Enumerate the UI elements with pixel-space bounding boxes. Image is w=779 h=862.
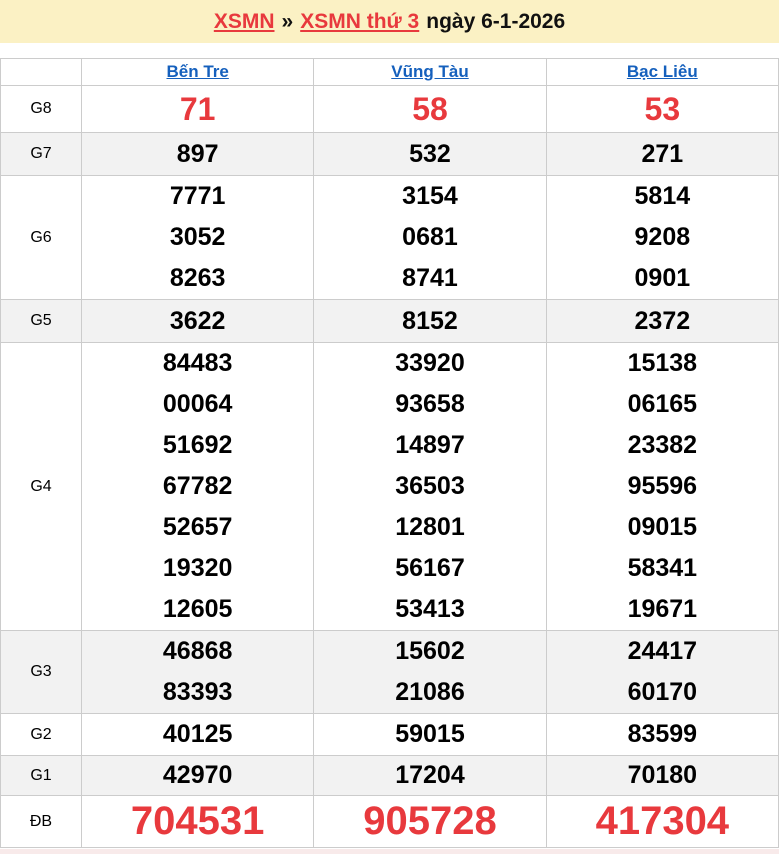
prize-number: 8263: [82, 258, 313, 299]
prize-label-g5: G5: [1, 300, 82, 343]
prize-number: 9208: [547, 217, 778, 258]
breadcrumb-separator: »: [282, 10, 294, 34]
prize-number: 24417: [547, 631, 778, 672]
prize-row-db: ĐB704531905728417304: [1, 796, 779, 848]
result-cell-g2-col0: 40125: [82, 714, 314, 756]
prize-label-g4: G4: [1, 343, 82, 631]
prize-number: 21086: [314, 672, 545, 713]
prize-number: 15138: [547, 343, 778, 384]
prize-row-g6: G6777130528263315406818741581492080901: [1, 176, 779, 300]
breadcrumb-link-xsmn-weekday[interactable]: XSMN thứ 3: [300, 10, 419, 34]
prize-number: 00064: [82, 384, 313, 425]
prize-row-g7: G7897532271: [1, 133, 779, 176]
province-header-vung-tau: Vũng Tàu: [314, 59, 546, 86]
result-cell-g3-col0: 4686883393: [82, 631, 314, 714]
result-cell-g2-col1: 59015: [314, 714, 546, 756]
results-tbody: G8715853G7897532271G67771305282633154068…: [1, 86, 779, 848]
province-header-bac-lieu: Bạc Liêu: [546, 59, 778, 86]
breadcrumb-link-xsmn[interactable]: XSMN: [214, 10, 275, 34]
prize-number: 67782: [82, 466, 313, 507]
prize-number: 83393: [82, 672, 313, 713]
prize-label-g1: G1: [1, 756, 82, 796]
prize-number: 3154: [314, 176, 545, 217]
province-header-row: Bến Tre Vũng Tàu Bạc Liêu: [1, 59, 779, 86]
result-cell-g5-col2: 2372: [546, 300, 778, 343]
prize-number: 12605: [82, 589, 313, 630]
page-title-banner: XSMN » XSMN thứ 3 ngày 6-1-2026: [0, 0, 779, 43]
result-cell-g7-col1: 532: [314, 133, 546, 176]
result-cell-g6-col1: 315406818741: [314, 176, 546, 300]
prize-number: 12801: [314, 507, 545, 548]
result-cell-db-col0: 704531: [82, 796, 314, 848]
prize-number: 15602: [314, 631, 545, 672]
prize-number: 56167: [314, 548, 545, 589]
prize-number: 5814: [547, 176, 778, 217]
prize-number: 93658: [314, 384, 545, 425]
prize-label-g2: G2: [1, 714, 82, 756]
prize-row-g1: G1429701720470180: [1, 756, 779, 796]
result-cell-g6-col0: 777130528263: [82, 176, 314, 300]
prize-number: 60170: [547, 672, 778, 713]
prize-number: 52657: [82, 507, 313, 548]
prize-number: 0901: [547, 258, 778, 299]
breadcrumb-date-text: ngày 6-1-2026: [426, 10, 565, 34]
province-header-ben-tre: Bến Tre: [82, 59, 314, 86]
prize-number: 06165: [547, 384, 778, 425]
result-cell-g3-col2: 2441760170: [546, 631, 778, 714]
result-cell-g1-col0: 42970: [82, 756, 314, 796]
prize-row-g3: G3468688339315602210862441760170: [1, 631, 779, 714]
corner-cell: [1, 59, 82, 86]
result-cell-g8-col1: 58: [314, 86, 546, 133]
result-cell-g8-col0: 71: [82, 86, 314, 133]
result-cell-g5-col0: 3622: [82, 300, 314, 343]
results-table: Bến Tre Vũng Tàu Bạc Liêu G8715853G78975…: [0, 58, 779, 848]
province-link-ben-tre[interactable]: Bến Tre: [166, 62, 228, 81]
prize-number: 0681: [314, 217, 545, 258]
result-cell-g3-col1: 1560221086: [314, 631, 546, 714]
result-cell-db-col1: 905728: [314, 796, 546, 848]
result-cell-g7-col2: 271: [546, 133, 778, 176]
prize-number: 46868: [82, 631, 313, 672]
prize-number: 84483: [82, 343, 313, 384]
province-link-vung-tau[interactable]: Vũng Tàu: [391, 62, 468, 81]
result-cell-g8-col2: 53: [546, 86, 778, 133]
result-cell-g7-col0: 897: [82, 133, 314, 176]
result-cell-g4-col2: 15138061652338295596090155834119671: [546, 343, 778, 631]
prize-label-g6: G6: [1, 176, 82, 300]
prize-row-g2: G2401255901583599: [1, 714, 779, 756]
result-cell-g4-col1: 33920936581489736503128015616753413: [314, 343, 546, 631]
prize-label-g7: G7: [1, 133, 82, 176]
prize-number: 19671: [547, 589, 778, 630]
province-link-bac-lieu[interactable]: Bạc Liêu: [627, 62, 698, 81]
result-cell-g6-col2: 581492080901: [546, 176, 778, 300]
result-cell-g1-col1: 17204: [314, 756, 546, 796]
prize-label-db: ĐB: [1, 796, 82, 848]
prize-number: 58341: [547, 548, 778, 589]
prize-number: 53413: [314, 589, 545, 630]
next-section-edge: [0, 849, 779, 854]
result-cell-db-col2: 417304: [546, 796, 778, 848]
prize-number: 14897: [314, 425, 545, 466]
prize-number: 51692: [82, 425, 313, 466]
result-cell-g1-col2: 70180: [546, 756, 778, 796]
prize-label-g8: G8: [1, 86, 82, 133]
prize-row-g5: G5362281522372: [1, 300, 779, 343]
prize-row-g8: G8715853: [1, 86, 779, 133]
prize-number: 19320: [82, 548, 313, 589]
result-cell-g2-col2: 83599: [546, 714, 778, 756]
prize-number: 36503: [314, 466, 545, 507]
prize-number: 23382: [547, 425, 778, 466]
prize-number: 7771: [82, 176, 313, 217]
result-cell-g5-col1: 8152: [314, 300, 546, 343]
prize-number: 8741: [314, 258, 545, 299]
prize-number: 3052: [82, 217, 313, 258]
prize-number: 95596: [547, 466, 778, 507]
prize-number: 09015: [547, 507, 778, 548]
prize-number: 33920: [314, 343, 545, 384]
prize-row-g4: G484483000645169267782526571932012605339…: [1, 343, 779, 631]
prize-label-g3: G3: [1, 631, 82, 714]
result-cell-g4-col0: 84483000645169267782526571932012605: [82, 343, 314, 631]
